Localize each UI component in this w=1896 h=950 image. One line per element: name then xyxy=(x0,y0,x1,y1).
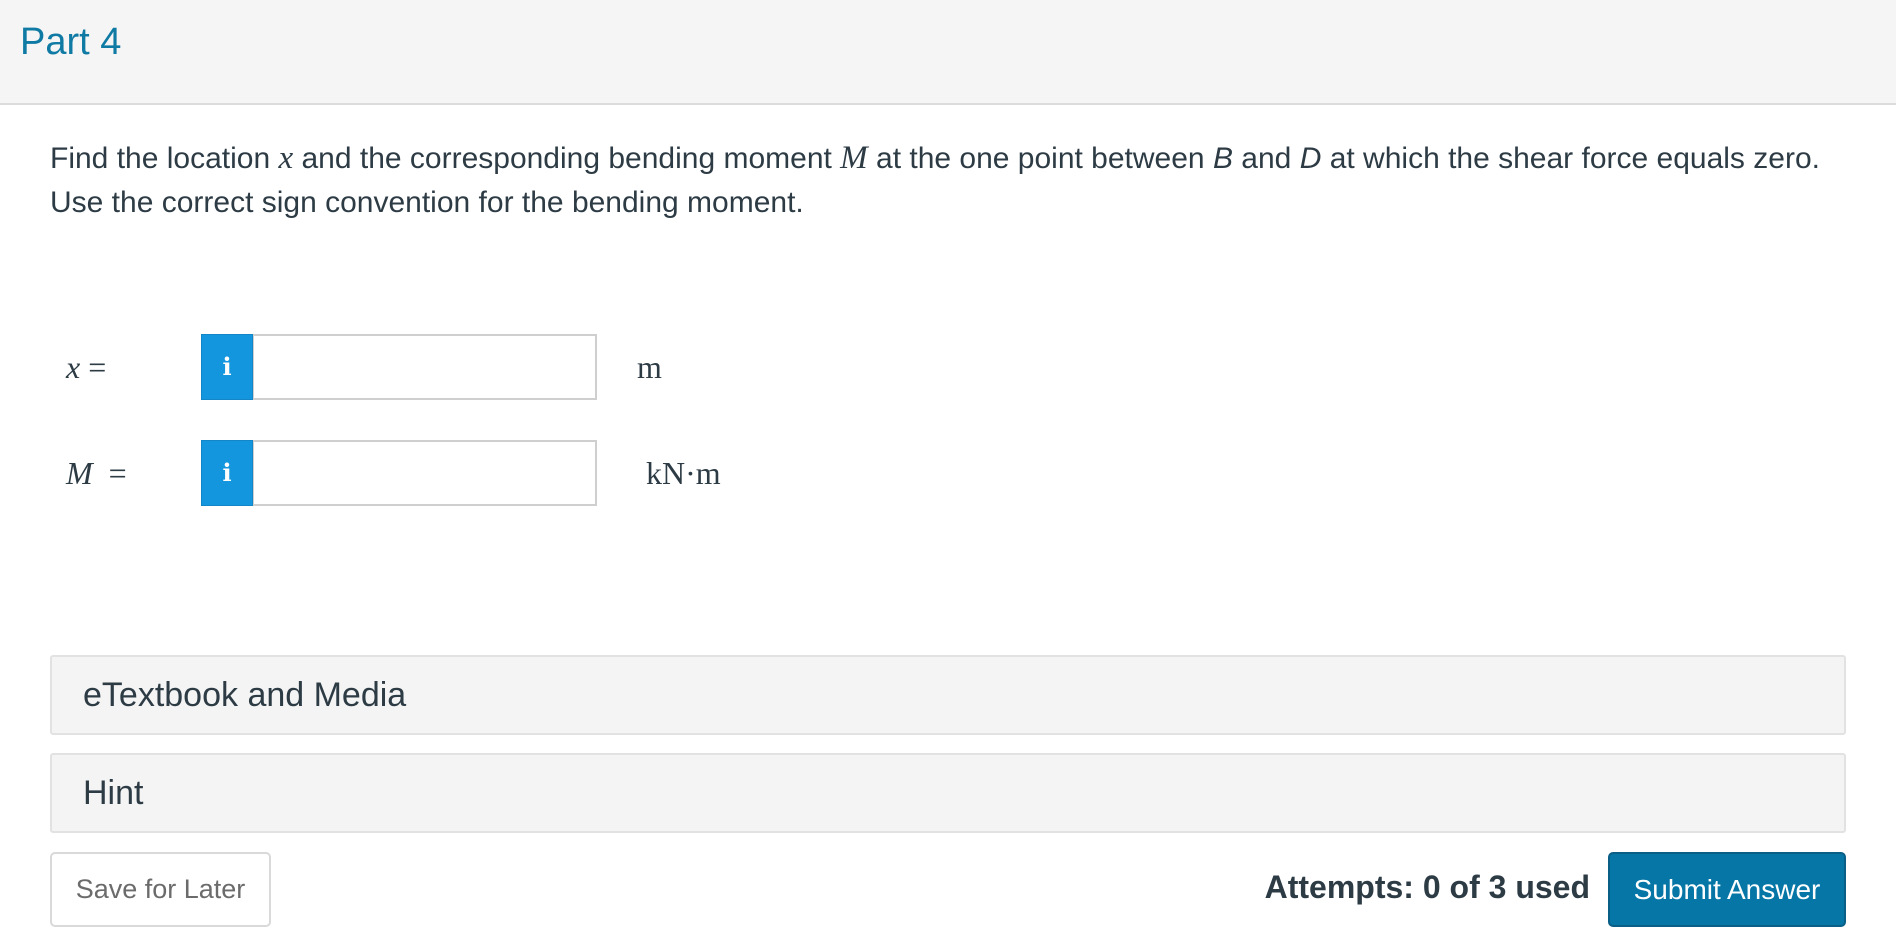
answer-label-M: M = xyxy=(66,455,127,491)
question-text-segment: and xyxy=(1232,142,1300,175)
math-var-M: M xyxy=(840,140,868,176)
question-text-segment: Find the location xyxy=(50,142,279,175)
point-D: D xyxy=(1299,142,1322,175)
question-text-segment: at the one point between xyxy=(867,142,1213,175)
hint-panel[interactable]: Hint xyxy=(50,753,1846,833)
math-var-x: x xyxy=(278,140,294,176)
attempts-counter: Attempts: 0 of 3 used xyxy=(1264,869,1590,905)
question-text-segment: and the corresponding bending moment xyxy=(293,142,841,175)
part-header: Part 4 xyxy=(0,0,1896,105)
answer-label-x: x = xyxy=(66,349,107,385)
unit-label-M: kN·m xyxy=(646,455,721,491)
unit-label-x: m xyxy=(637,349,662,385)
answer-input-M[interactable] xyxy=(253,440,597,506)
answer-row-M: M = i kN·m xyxy=(0,440,900,506)
etextbook-panel-label: eTextbook and Media xyxy=(83,676,407,714)
submit-answer-button[interactable]: Submit Answer xyxy=(1608,852,1846,927)
part-title: Part 4 xyxy=(20,21,122,63)
question-text: Find the location x and the correspondin… xyxy=(50,136,1840,225)
answer-input-x[interactable] xyxy=(253,334,597,400)
point-B: B xyxy=(1212,142,1233,175)
etextbook-panel[interactable]: eTextbook and Media xyxy=(50,655,1846,735)
info-icon[interactable]: i xyxy=(201,334,253,400)
answer-row-x: x = i m xyxy=(0,334,900,400)
info-icon[interactable]: i xyxy=(201,440,253,506)
save-for-later-button[interactable]: Save for Later xyxy=(50,852,271,927)
hint-panel-label: Hint xyxy=(83,774,144,812)
